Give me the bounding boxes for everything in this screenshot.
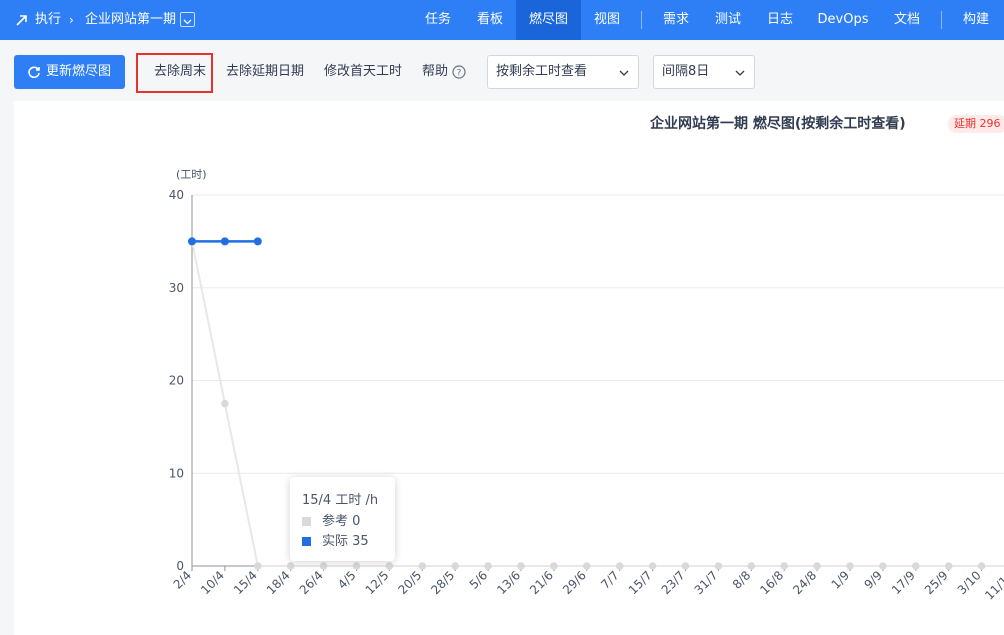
x-tick-label: 23/7 xyxy=(659,568,688,597)
y-tick-label: 20 xyxy=(169,374,184,388)
data-point-reference xyxy=(253,562,262,570)
data-point-reference xyxy=(418,562,427,570)
data-point-reference xyxy=(484,562,492,570)
x-tick-label: 28/5 xyxy=(428,568,457,597)
tooltip-actual-text: 实际 35 xyxy=(322,534,369,549)
x-tick-label: 3/10 xyxy=(955,568,984,597)
x-tick-label: 1/9 xyxy=(829,568,853,592)
x-tick-label: 31/7 xyxy=(692,568,721,597)
x-tick-label: 7/7 xyxy=(598,568,622,592)
data-point-reference xyxy=(813,562,821,570)
data-point-reference xyxy=(648,562,657,570)
y-tick-label: 30 xyxy=(169,281,184,295)
data-point-reference xyxy=(352,562,361,570)
reference-swatch xyxy=(302,517,311,526)
x-tick-label: 16/8 xyxy=(757,568,786,597)
data-point-reference xyxy=(747,562,756,570)
x-tick-label: 18/4 xyxy=(264,568,293,597)
x-tick-label: 10/4 xyxy=(198,568,227,597)
data-point-reference xyxy=(517,562,525,570)
x-tick-label: 8/8 xyxy=(730,568,754,592)
data-point-reference xyxy=(583,562,591,570)
data-point-reference xyxy=(451,562,460,570)
data-point-reference xyxy=(385,562,394,570)
x-tick-label: 9/9 xyxy=(861,568,885,592)
x-tick-label: 24/8 xyxy=(790,568,819,597)
data-point-reference xyxy=(912,562,920,570)
burndown-chart[interactable]: (工时)0102030402/4 10/4 15/4 18/4 26/4 4/5 12/5 2… xyxy=(0,0,1004,635)
data-point-reference xyxy=(780,562,788,570)
data-point-reference xyxy=(286,562,295,570)
chart-tooltip: 15/4 工时 /h 参考 0 实际 35 xyxy=(290,477,395,561)
y-tick-label: 10 xyxy=(169,466,184,480)
x-tick-label: 26/4 xyxy=(297,568,326,597)
data-point-reference xyxy=(221,399,229,408)
data-point-reference xyxy=(681,562,690,570)
actual-swatch xyxy=(302,537,311,546)
data-point-reference xyxy=(550,562,558,570)
tooltip-reference-text: 参考 0 xyxy=(322,514,361,529)
x-tick-label: 17/9 xyxy=(889,568,918,597)
data-point-reference xyxy=(977,562,986,570)
y-axis-label: (工时) xyxy=(176,168,207,181)
x-tick-label: 4/5 xyxy=(335,568,359,592)
data-point-reference xyxy=(319,562,328,570)
x-tick-label: 15/4 xyxy=(231,568,260,597)
x-tick-label: 11/10 xyxy=(982,568,1004,602)
data-point-reference xyxy=(714,562,723,570)
x-tick-label: 13/6 xyxy=(494,568,523,597)
x-tick-label: 2/4 xyxy=(171,568,195,592)
tooltip-title: 15/4 工时 /h xyxy=(302,493,379,508)
x-tick-label: 29/6 xyxy=(560,568,589,597)
data-point-actual xyxy=(220,237,229,246)
data-point-reference xyxy=(615,562,624,570)
x-tick-label: 15/7 xyxy=(626,568,655,597)
x-tick-label: 12/5 xyxy=(363,568,392,597)
data-point-reference xyxy=(879,562,887,570)
x-tick-label: 5/6 xyxy=(467,568,491,592)
y-tick-label: 40 xyxy=(169,188,184,202)
data-point-reference xyxy=(944,562,953,570)
x-tick-label: 21/6 xyxy=(527,568,556,597)
data-point-actual xyxy=(188,237,196,246)
data-point-reference xyxy=(846,562,854,570)
x-tick-label: 25/9 xyxy=(922,568,951,597)
x-tick-label: 20/5 xyxy=(395,568,424,597)
data-point-actual xyxy=(253,237,262,246)
